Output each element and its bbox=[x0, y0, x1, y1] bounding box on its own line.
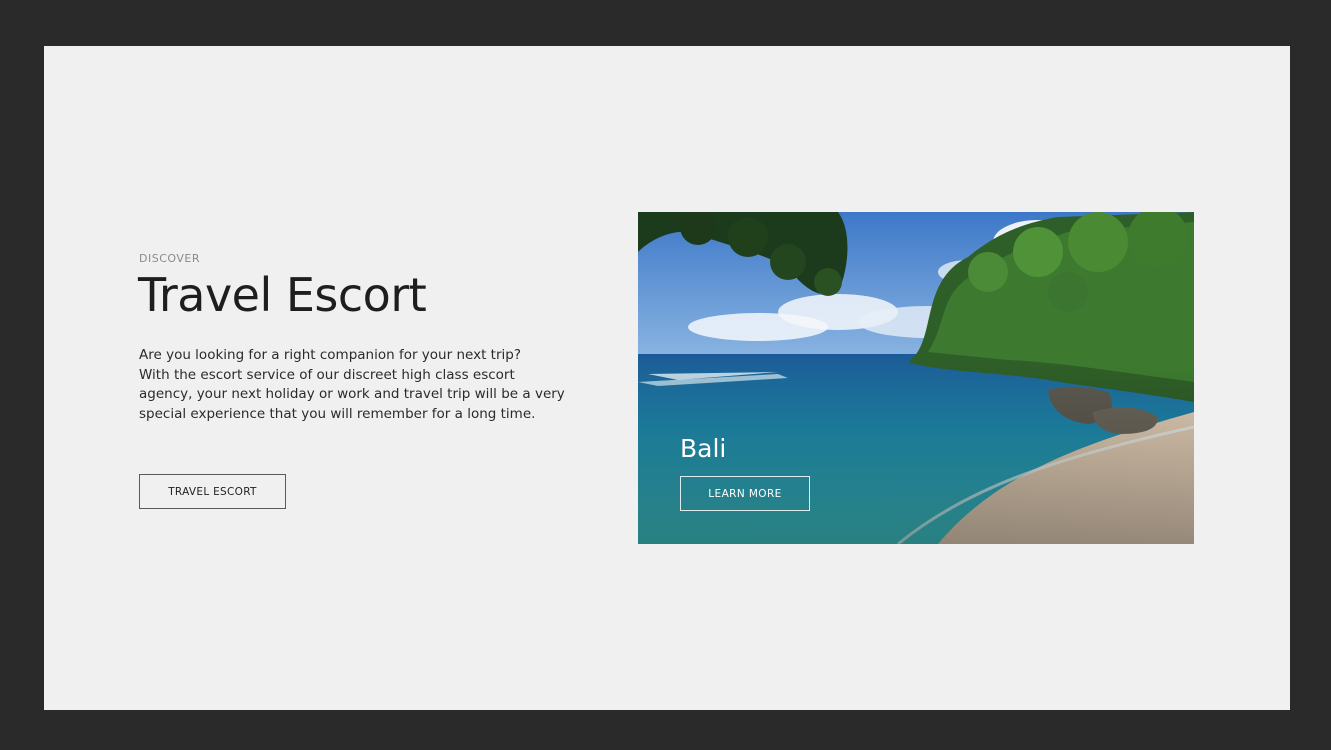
description-line: With the escort service of our discreet … bbox=[139, 366, 515, 383]
description-line: Are you looking for a right companion fo… bbox=[139, 347, 521, 363]
description-line: special experience that you will remembe… bbox=[139, 405, 536, 422]
hero-description: Are you looking for a right companion fo… bbox=[139, 346, 599, 424]
page-title: Travel Escort bbox=[138, 268, 427, 322]
page-container: DISCOVER Travel Escort Are you looking f… bbox=[44, 46, 1290, 710]
description-line: agency, your next holiday or work and tr… bbox=[139, 386, 565, 402]
destination-card[interactable]: Bali LEARN MORE bbox=[638, 212, 1194, 544]
learn-more-button[interactable]: LEARN MORE bbox=[680, 476, 810, 511]
travel-escort-button[interactable]: TRAVEL ESCORT bbox=[139, 474, 286, 509]
destination-title: Bali bbox=[680, 434, 727, 463]
section-eyebrow: DISCOVER bbox=[139, 252, 200, 265]
